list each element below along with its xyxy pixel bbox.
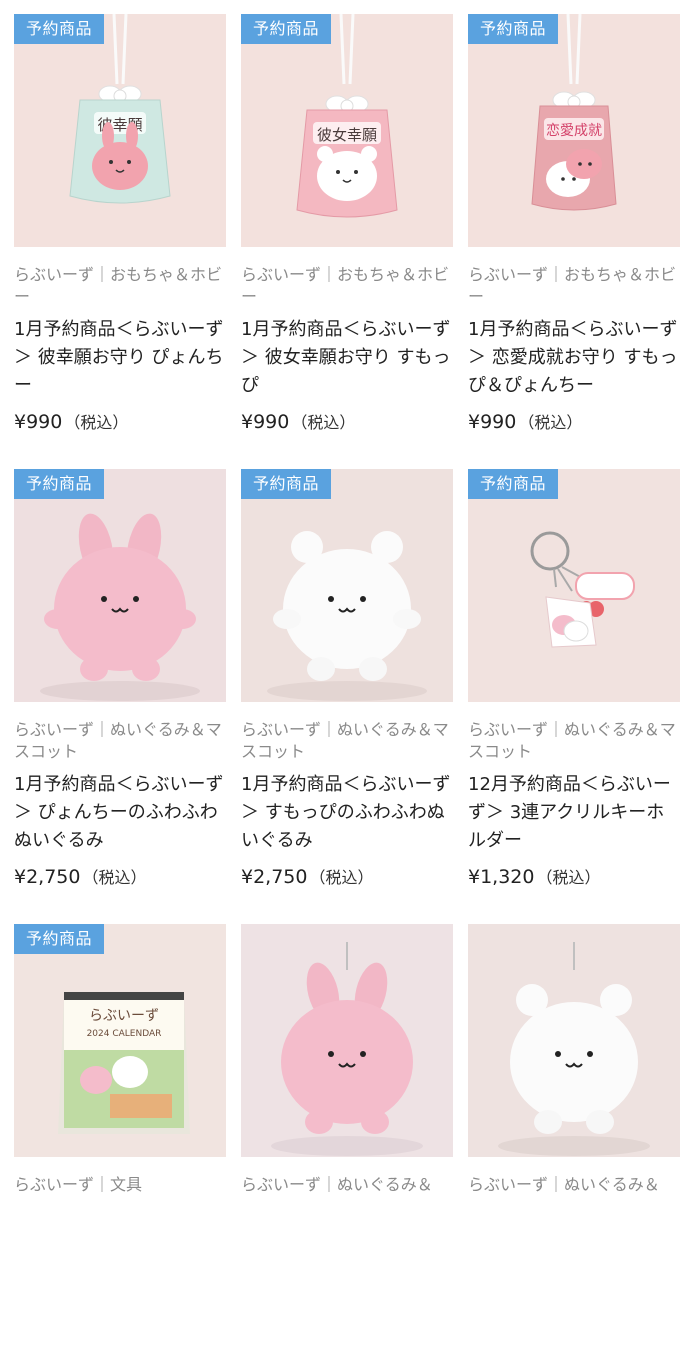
brand-name: らぶいーず (468, 720, 549, 739)
tax-note: （税込） (82, 868, 147, 887)
svg-text:らぶいーず: らぶいーず (89, 1008, 159, 1024)
svg-text:彼女幸願: 彼女幸願 (317, 126, 377, 144)
preorder-badge: 予約商品 (14, 14, 105, 44)
product-image[interactable] (241, 924, 453, 1157)
omamori-image: 彼幸願 (14, 14, 226, 247)
preorder-badge: 予約商品 (468, 14, 559, 44)
category-name: ｜ぬいぐるみ＆ (321, 1175, 433, 1194)
product-meta: らぶいーず｜ぬいぐるみ＆マスコット (241, 719, 453, 763)
calendar-image: らぶいーず 2024 CALENDAR (14, 924, 226, 1157)
brand-name: らぶいーず (14, 720, 95, 739)
product-image[interactable] (468, 924, 680, 1157)
product-title[interactable]: 1月予約商品＜らぶいーず＞ 恋愛成就お守り すもっぴ＆ぴょんちー (468, 316, 680, 400)
price-value: ¥2,750 (241, 866, 308, 888)
product-meta: らぶいーず｜おもちゃ＆ホビー (468, 264, 680, 308)
product-card[interactable]: 予約商品 らぶいーず｜ぬいぐるみ＆マスコット 12月予約商品＜らぶいーず＞ 3連… (468, 469, 680, 902)
product-image[interactable]: 予約商品 恋愛成就 (468, 14, 680, 247)
product-image[interactable]: 予約商品 (14, 469, 226, 702)
product-card[interactable]: 予約商品 らぶいーず｜ぬいぐるみ＆マスコット 1月予約商品＜らぶいーず＞ すもっ… (241, 469, 453, 902)
product-meta: らぶいーず｜おもちゃ＆ホビー (14, 264, 226, 308)
product-title[interactable]: 1月予約商品＜らぶいーず＞ ぴょんちーのふわふわぬいぐるみ (14, 771, 226, 855)
product-title[interactable]: 12月予約商品＜らぶいーず＞ 3連アクリルキーホルダー (468, 771, 680, 855)
product-title[interactable]: 1月予約商品＜らぶいーず＞ すもっぴのふわふわぬいぐるみ (241, 771, 453, 855)
product-card[interactable]: 予約商品 恋愛成就 らぶいーず｜おもちゃ＆ホビー 1月予約商品＜らぶいーず＞ 恋… (468, 14, 680, 447)
brand-name: らぶいーず (14, 265, 95, 284)
product-meta: らぶいーず｜ぬいぐるみ＆ (241, 1174, 453, 1218)
product-grid: 予約商品 彼幸願 らぶいーず｜おもちゃ＆ホビー 1月予約商品＜らぶいーず＞ 彼幸… (14, 14, 680, 1357)
product-image[interactable]: 予約商品 (241, 469, 453, 702)
brand-name: らぶいーず (241, 720, 322, 739)
product-image[interactable]: 予約商品 (468, 469, 680, 702)
product-price: ¥990 （税込） (468, 408, 680, 437)
svg-text:恋愛成就: 恋愛成就 (546, 122, 602, 139)
product-card[interactable]: らぶいーず｜ぬいぐるみ＆ (241, 924, 453, 1357)
product-meta: らぶいーず｜ぬいぐるみ＆ (468, 1174, 680, 1218)
brand-name: らぶいーず (14, 1175, 95, 1194)
preorder-badge: 予約商品 (14, 924, 105, 954)
preorder-badge: 予約商品 (241, 14, 332, 44)
product-meta: らぶいーず｜ぬいぐるみ＆マスコット (14, 719, 226, 763)
product-meta: らぶいーず｜文具 (14, 1174, 226, 1218)
omamori-image: 彼女幸願 (241, 14, 453, 247)
product-card[interactable]: 予約商品 彼女幸願 らぶいーず｜おもちゃ＆ホビー 1月予約商品＜らぶいーず＞ 彼… (241, 14, 453, 447)
keyholder-image (468, 469, 680, 702)
tax-note: （税込） (518, 413, 583, 432)
brand-name: らぶいーず (241, 1175, 322, 1194)
product-card[interactable]: 予約商品 彼幸願 らぶいーず｜おもちゃ＆ホビー 1月予約商品＜らぶいーず＞ 彼幸… (14, 14, 226, 447)
product-meta: らぶいーず｜ぬいぐるみ＆マスコット (468, 719, 680, 763)
product-image[interactable]: 予約商品 彼女幸願 (241, 14, 453, 247)
tax-note: （税込） (536, 868, 601, 887)
brand-name: らぶいーず (468, 1175, 549, 1194)
brand-name: らぶいーず (468, 265, 549, 284)
product-card[interactable]: 予約商品 らぶいーず 2024 CALENDAR らぶいーず｜文具 (14, 924, 226, 1357)
preorder-badge: 予約商品 (241, 469, 332, 499)
omamori-image: 恋愛成就 (468, 14, 680, 247)
price-value: ¥1,320 (468, 866, 535, 888)
price-value: ¥990 (14, 411, 63, 433)
svg-text:2024 CALENDAR: 2024 CALENDAR (87, 1029, 162, 1039)
product-image[interactable]: 予約商品 らぶいーず 2024 CALENDAR (14, 924, 226, 1157)
product-price: ¥2,750 （税込） (14, 863, 226, 892)
product-meta: らぶいーず｜おもちゃ＆ホビー (241, 264, 453, 308)
product-card[interactable]: 予約商品 らぶいーず｜ぬいぐるみ＆マスコット 1月予約商品＜らぶいーず＞ ぴょん… (14, 469, 226, 902)
mascot-bear-image (468, 924, 680, 1157)
plush-bear-image (241, 469, 453, 702)
category-name: ｜ぬいぐるみ＆ (548, 1175, 660, 1194)
tax-note: （税込） (291, 413, 356, 432)
preorder-badge: 予約商品 (468, 469, 559, 499)
product-price: ¥1,320 （税込） (468, 863, 680, 892)
price-value: ¥990 (468, 411, 517, 433)
mascot-rabbit-image (241, 924, 453, 1157)
product-title[interactable]: 1月予約商品＜らぶいーず＞ 彼幸願お守り ぴょんちー (14, 316, 226, 400)
preorder-badge: 予約商品 (14, 469, 105, 499)
product-card[interactable]: らぶいーず｜ぬいぐるみ＆ (468, 924, 680, 1357)
product-title[interactable]: 1月予約商品＜らぶいーず＞ 彼女幸願お守り すもっぴ (241, 316, 453, 400)
product-price: ¥990 （税込） (14, 408, 226, 437)
product-image[interactable]: 予約商品 彼幸願 (14, 14, 226, 247)
plush-rabbit-image (14, 469, 226, 702)
category-name: ｜文具 (94, 1175, 143, 1194)
price-value: ¥2,750 (14, 866, 81, 888)
product-price: ¥2,750 （税込） (241, 863, 453, 892)
tax-note: （税込） (309, 868, 374, 887)
price-value: ¥990 (241, 411, 290, 433)
brand-name: らぶいーず (241, 265, 322, 284)
tax-note: （税込） (64, 413, 129, 432)
product-price: ¥990 （税込） (241, 408, 453, 437)
